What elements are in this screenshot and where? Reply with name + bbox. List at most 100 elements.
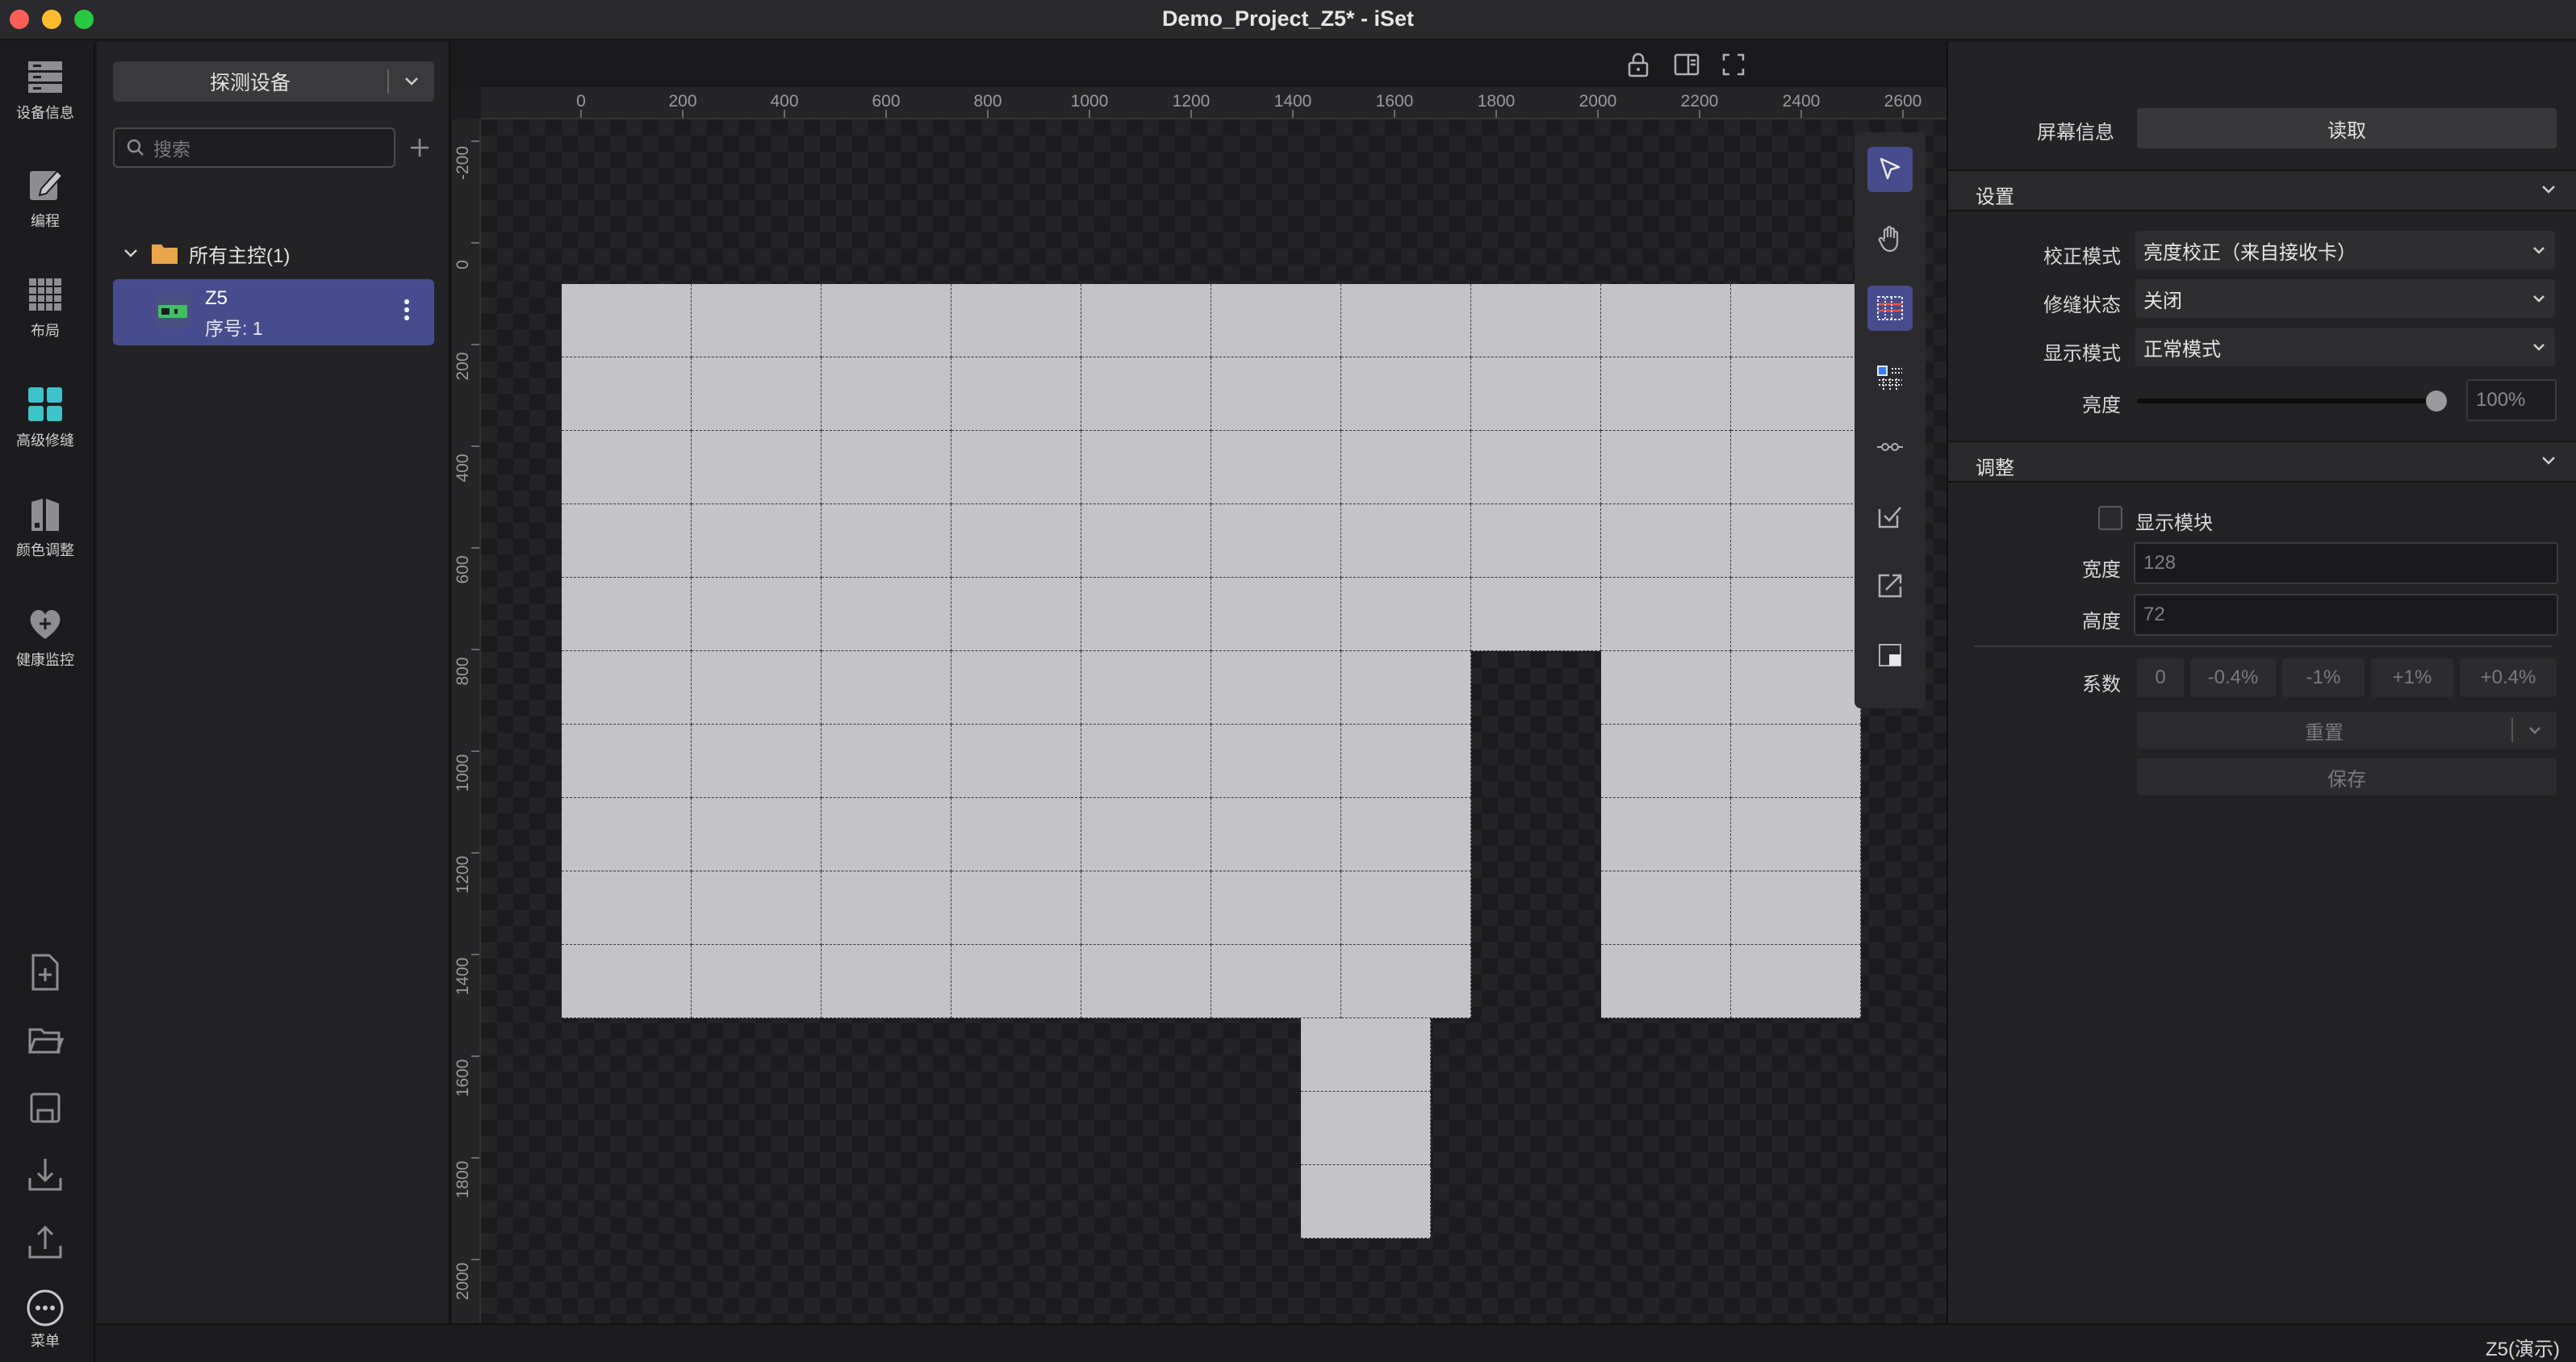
cabinet-module[interactable] bbox=[1471, 431, 1601, 504]
cabinet-module[interactable] bbox=[692, 725, 822, 798]
cabinet-module[interactable] bbox=[1211, 798, 1341, 871]
module-select-tool[interactable] bbox=[1867, 355, 1913, 400]
cabinet-module[interactable] bbox=[1341, 284, 1471, 357]
save-button[interactable]: 保存 bbox=[2137, 758, 2557, 796]
cabinet-module[interactable] bbox=[1341, 725, 1471, 798]
cabinet-module[interactable] bbox=[822, 284, 951, 357]
brightness-slider-handle[interactable] bbox=[2426, 391, 2447, 412]
reset-button[interactable]: 重置 bbox=[2137, 712, 2557, 749]
cabinet-module[interactable] bbox=[951, 357, 1081, 431]
cabinet-module[interactable] bbox=[692, 871, 822, 945]
cabinet-module[interactable] bbox=[562, 945, 692, 1018]
cabinet-module[interactable] bbox=[1341, 357, 1471, 431]
cabinet-module[interactable] bbox=[1341, 798, 1471, 871]
cabinet-module[interactable] bbox=[951, 871, 1081, 945]
coef-button[interactable]: -0.4% bbox=[2190, 658, 2276, 697]
cabinet-module[interactable] bbox=[1471, 357, 1601, 431]
cabinet-module[interactable] bbox=[1731, 651, 1861, 725]
nav-layout[interactable]: 布局 bbox=[0, 274, 90, 340]
chevron-down-icon[interactable] bbox=[123, 248, 139, 259]
settings-section-header[interactable]: 设置 bbox=[1948, 169, 2576, 211]
cabinet-module[interactable] bbox=[1081, 871, 1211, 945]
detect-dropdown[interactable] bbox=[389, 76, 434, 87]
cabinet-module[interactable] bbox=[562, 651, 692, 725]
export-button[interactable] bbox=[0, 1222, 90, 1262]
cabinet-module[interactable] bbox=[1601, 578, 1731, 651]
cabinet-module[interactable] bbox=[1211, 431, 1341, 504]
seam-status-select[interactable]: 关闭 bbox=[2135, 279, 2555, 318]
cabinet-module[interactable] bbox=[822, 725, 951, 798]
edit-external-tool[interactable] bbox=[1867, 563, 1913, 608]
cabinet-module[interactable] bbox=[1601, 431, 1731, 504]
coef-button[interactable]: -1% bbox=[2282, 658, 2365, 697]
cabinet-module[interactable] bbox=[822, 357, 951, 431]
cabinet-module[interactable] bbox=[562, 871, 692, 945]
cabinet-module[interactable] bbox=[951, 578, 1081, 651]
pan-tool[interactable] bbox=[1867, 216, 1913, 261]
lock-button[interactable] bbox=[1622, 48, 1654, 81]
fullscreen-button[interactable] bbox=[1717, 48, 1750, 81]
read-button[interactable]: 读取 bbox=[2137, 108, 2557, 148]
calibration-select[interactable]: 亮度校正（来自接收卡） bbox=[2135, 231, 2555, 269]
coef-button[interactable]: +0.4% bbox=[2460, 658, 2557, 697]
cabinet-module[interactable] bbox=[692, 504, 822, 578]
cabinet-module[interactable] bbox=[1301, 1092, 1431, 1165]
import-button[interactable] bbox=[0, 1154, 90, 1194]
cabinet-module[interactable] bbox=[1601, 871, 1731, 945]
cabinet-module[interactable] bbox=[822, 871, 951, 945]
new-file-button[interactable] bbox=[0, 952, 90, 992]
cabinet-module[interactable] bbox=[1341, 504, 1471, 578]
cabinet-module[interactable] bbox=[1601, 504, 1731, 578]
cabinet-module[interactable] bbox=[1731, 725, 1861, 798]
height-input[interactable]: 72 bbox=[2134, 594, 2558, 636]
cabinet-module[interactable] bbox=[692, 945, 822, 1018]
connect-tool[interactable] bbox=[1867, 424, 1913, 470]
search-box[interactable]: 搜索 bbox=[113, 127, 395, 168]
cabinet-module[interactable] bbox=[1081, 284, 1211, 357]
cabinet-module[interactable] bbox=[1081, 725, 1211, 798]
brightness-input[interactable]: 100% bbox=[2466, 379, 2557, 421]
cabinet-module[interactable] bbox=[692, 431, 822, 504]
cabinet-module[interactable] bbox=[1081, 945, 1211, 1018]
nav-device-info[interactable]: 设备信息 bbox=[0, 58, 90, 123]
cabinet-module[interactable] bbox=[822, 431, 951, 504]
cabinet-module[interactable] bbox=[692, 284, 822, 357]
display-mode-select[interactable]: 正常模式 bbox=[2135, 328, 2555, 366]
cabinet-module[interactable] bbox=[1601, 945, 1731, 1018]
select-tool[interactable] bbox=[1867, 147, 1913, 192]
cabinet-module[interactable] bbox=[951, 504, 1081, 578]
cabinet-module[interactable] bbox=[1301, 1165, 1431, 1239]
cabinet-module[interactable] bbox=[562, 725, 692, 798]
cabinet-module[interactable] bbox=[1601, 798, 1731, 871]
cabinet-module[interactable] bbox=[1601, 357, 1731, 431]
cabinet-module[interactable] bbox=[1731, 431, 1861, 504]
cabinet-module[interactable] bbox=[692, 357, 822, 431]
cabinet-module[interactable] bbox=[1341, 651, 1471, 725]
nav-health-monitor[interactable]: 健康监控 bbox=[0, 604, 90, 670]
nav-programming[interactable]: 编程 bbox=[0, 165, 90, 231]
width-input[interactable]: 128 bbox=[2134, 542, 2558, 584]
cabinet-module[interactable] bbox=[1211, 357, 1341, 431]
cabinet-module[interactable] bbox=[692, 651, 822, 725]
more-vertical-icon[interactable] bbox=[399, 294, 415, 326]
menu-button[interactable]: 菜单 bbox=[0, 1288, 90, 1351]
cabinet-module[interactable] bbox=[1081, 578, 1211, 651]
cabinet-module[interactable] bbox=[1341, 871, 1471, 945]
cabinet-module[interactable] bbox=[562, 798, 692, 871]
device-item-z5[interactable]: Z5 序号: 1 bbox=[113, 279, 434, 345]
cabinet-module[interactable] bbox=[1731, 578, 1861, 651]
cabinet-module[interactable] bbox=[692, 798, 822, 871]
cabinet-module[interactable] bbox=[692, 578, 822, 651]
detect-device-button[interactable]: 探测设备 bbox=[113, 61, 434, 102]
cabinet-module[interactable] bbox=[1081, 431, 1211, 504]
cabinet-module[interactable] bbox=[822, 798, 951, 871]
cabinet-module[interactable] bbox=[1471, 578, 1601, 651]
cabinet-module[interactable] bbox=[951, 798, 1081, 871]
cabinet-module[interactable] bbox=[562, 284, 692, 357]
cabinet-module[interactable] bbox=[1471, 284, 1601, 357]
cabinet-module[interactable] bbox=[1211, 725, 1341, 798]
cabinet-module[interactable] bbox=[1081, 798, 1211, 871]
cabinet-module[interactable] bbox=[1731, 357, 1861, 431]
cabinet-module[interactable] bbox=[1211, 504, 1341, 578]
cabinet-module[interactable] bbox=[1211, 871, 1341, 945]
